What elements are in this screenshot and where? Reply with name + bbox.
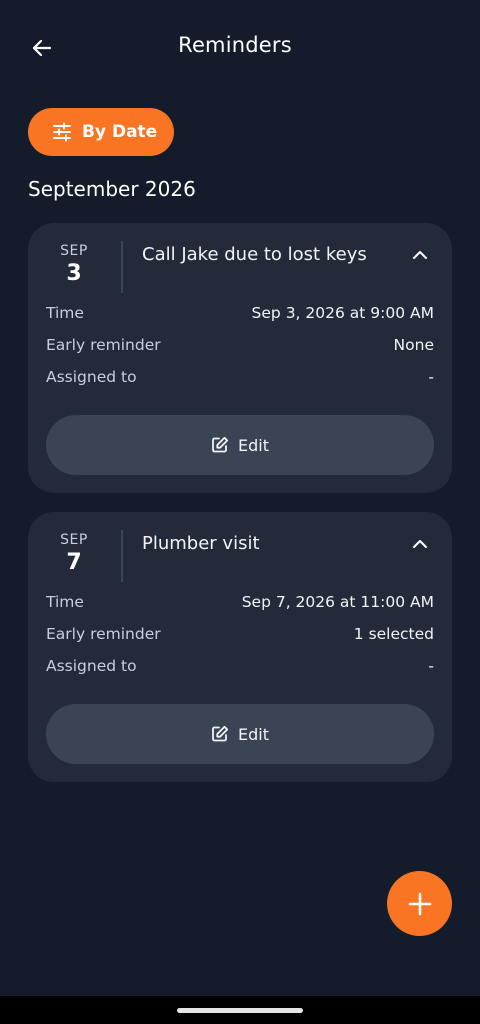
edit-label: Edit — [238, 435, 269, 455]
reminder-card: SEP 7 Plumber visit Time Sep 7, 2026 at … — [28, 512, 452, 782]
early-reminder-row: Early reminder 1 selected — [46, 625, 434, 643]
edit-label: Edit — [238, 724, 269, 744]
edit-icon — [211, 725, 229, 743]
date-month: SEP — [60, 532, 88, 548]
date-month: SEP — [60, 243, 88, 259]
assigned-label: Assigned to — [46, 368, 137, 386]
reminder-title: Plumber visit — [142, 533, 260, 554]
collapse-button[interactable] — [408, 243, 432, 267]
time-value: Sep 3, 2026 at 9:00 AM — [251, 304, 434, 322]
date-day: 7 — [66, 550, 82, 575]
sort-label: By Date — [82, 122, 158, 142]
app-header: Reminders — [0, 0, 480, 96]
add-reminder-button[interactable] — [387, 871, 452, 936]
early-reminder-label: Early reminder — [46, 336, 161, 354]
edit-button[interactable]: Edit — [46, 704, 434, 764]
assigned-value: - — [428, 368, 434, 386]
time-value: Sep 7, 2026 at 11:00 AM — [241, 593, 434, 611]
chevron-up-icon — [411, 246, 429, 264]
assigned-value: - — [428, 657, 434, 675]
month-group-heading: September 2026 — [28, 177, 196, 201]
time-label: Time — [46, 304, 84, 322]
edit-button[interactable]: Edit — [46, 415, 434, 475]
edit-icon — [211, 436, 229, 454]
assigned-row: Assigned to - — [46, 368, 434, 386]
collapse-button[interactable] — [408, 532, 432, 556]
chevron-up-icon — [411, 535, 429, 553]
divider — [121, 530, 123, 582]
early-reminder-value: 1 selected — [353, 625, 434, 643]
reminder-title: Call Jake due to lost keys — [142, 244, 367, 265]
assigned-row: Assigned to - — [46, 657, 434, 675]
plus-icon — [407, 891, 433, 917]
early-reminder-value: None — [393, 336, 434, 354]
time-label: Time — [46, 593, 84, 611]
date-day: 3 — [66, 261, 82, 286]
sliders-icon — [52, 122, 72, 142]
sort-by-date-button[interactable]: By Date — [28, 108, 174, 156]
page-title: Reminders — [178, 33, 292, 57]
divider — [121, 241, 123, 293]
date-badge: SEP 3 — [42, 243, 106, 286]
time-row: Time Sep 3, 2026 at 9:00 AM — [46, 304, 434, 322]
system-nav-bar — [0, 996, 480, 1024]
reminder-card: SEP 3 Call Jake due to lost keys Time Se… — [28, 223, 452, 493]
early-reminder-label: Early reminder — [46, 625, 161, 643]
assigned-label: Assigned to — [46, 657, 137, 675]
time-row: Time Sep 7, 2026 at 11:00 AM — [46, 593, 434, 611]
home-indicator[interactable] — [177, 1008, 303, 1013]
early-reminder-row: Early reminder None — [46, 336, 434, 354]
date-badge: SEP 7 — [42, 532, 106, 575]
